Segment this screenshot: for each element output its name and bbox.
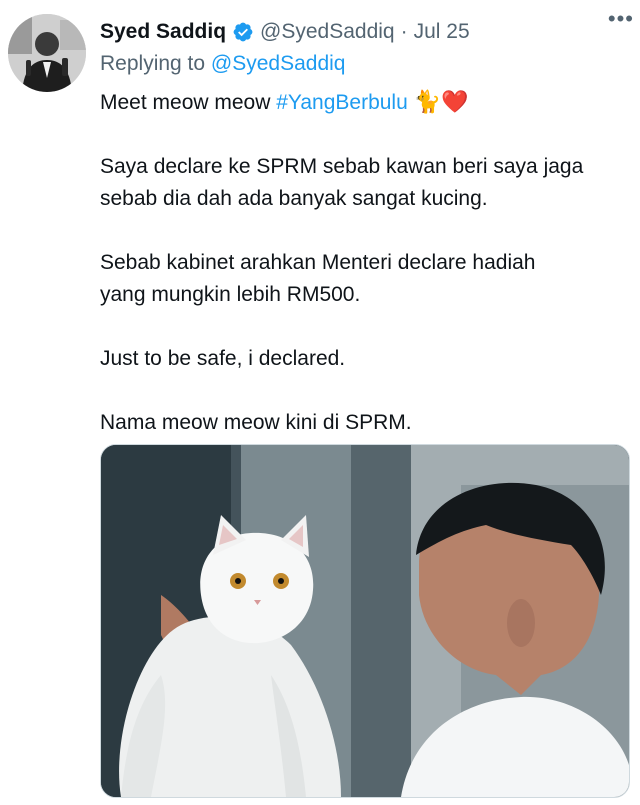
text-line: yang mungkin lebih RM500. bbox=[100, 283, 361, 306]
text-line: Nama meow meow kini di SPRM. bbox=[100, 411, 412, 434]
verified-badge-icon bbox=[232, 21, 254, 43]
text-line: Just to be safe, i declared. bbox=[100, 347, 346, 370]
more-options-icon[interactable]: ••• bbox=[608, 6, 634, 32]
text-line: Sebab kabinet arahkan Menteri declare ha… bbox=[100, 251, 536, 274]
tweet-text: Meet meow meow #YangBerbulu 🐈❤️ Saya dec… bbox=[100, 86, 630, 439]
tweet-header: Syed Saddiq @SyedSaddiq · Jul 25 bbox=[100, 16, 628, 48]
author-handle[interactable]: @SyedSaddiq bbox=[260, 20, 395, 44]
text-line: Meet meow meow #YangBerbulu 🐈❤️ bbox=[100, 86, 630, 119]
text-prefix: Meet meow meow bbox=[100, 91, 271, 114]
tweet-photo[interactable] bbox=[100, 444, 630, 798]
text-line: sebab dia dah ada banyak sangat kucing. bbox=[100, 187, 488, 210]
hashtag-link[interactable]: #YangBerbulu bbox=[276, 91, 408, 114]
reply-mention-link[interactable]: @SyedSaddiq bbox=[211, 52, 346, 75]
tweet[interactable]: Syed Saddiq @SyedSaddiq · Jul 25 ••• Rep… bbox=[0, 0, 640, 805]
text-line: Saya declare ke SPRM sebab kawan beri sa… bbox=[100, 155, 584, 178]
avatar[interactable] bbox=[8, 14, 86, 92]
replying-to: Replying to @SyedSaddiq bbox=[100, 52, 345, 76]
replying-prefix: Replying to bbox=[100, 52, 206, 75]
cat-heart-emoji-icon: 🐈❤️ bbox=[413, 89, 469, 114]
tweet-date[interactable]: Jul 25 bbox=[414, 20, 470, 44]
author-name[interactable]: Syed Saddiq bbox=[100, 20, 226, 44]
separator-dot: · bbox=[400, 20, 408, 43]
